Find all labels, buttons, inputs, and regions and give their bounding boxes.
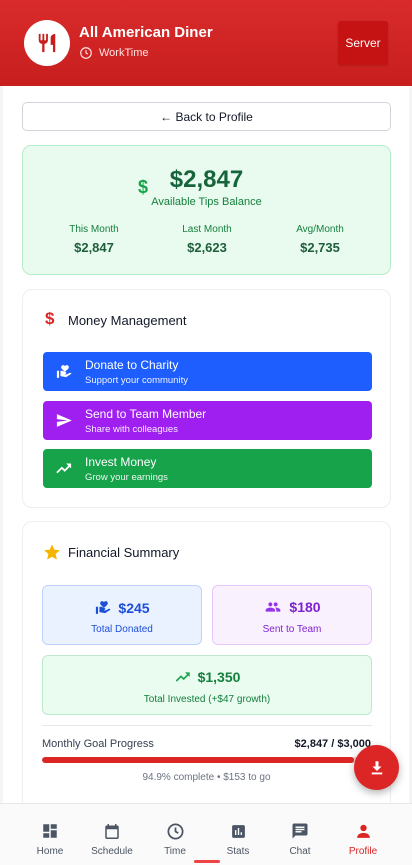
goal-progress-fill bbox=[42, 757, 355, 763]
invested-value: $1,350 bbox=[197, 669, 241, 685]
role-button[interactable]: Server bbox=[338, 21, 388, 65]
person-icon bbox=[356, 824, 370, 838]
restaurant-logo bbox=[24, 20, 70, 66]
hand-heart-icon bbox=[96, 601, 111, 614]
download-fab[interactable] bbox=[354, 745, 399, 790]
nav-label: Time bbox=[164, 846, 186, 857]
nav-item-profile[interactable]: Profile bbox=[332, 804, 394, 865]
scroll-indicator bbox=[194, 860, 220, 863]
dollar-icon: $ bbox=[138, 177, 149, 197]
stat-last-month: Last Month $2,623 bbox=[152, 224, 262, 255]
nav-label: Home bbox=[36, 846, 64, 857]
tips-amount: $2,847 bbox=[169, 166, 244, 193]
stat-label: Last Month bbox=[182, 224, 232, 235]
total-invested-box: $1,350 Total Invested (+$47 growth) bbox=[42, 655, 372, 715]
fork-knife-icon bbox=[38, 33, 56, 53]
send-icon bbox=[56, 414, 72, 427]
send-to-team-member-button[interactable]: Send to Team Member Share with colleague… bbox=[43, 401, 372, 440]
calendar-icon bbox=[105, 823, 119, 839]
back-to-profile-button[interactable]: ← Back to Profile bbox=[22, 102, 391, 131]
invest-money-button[interactable]: Invest Money Grow your earnings bbox=[43, 449, 372, 488]
stat-value: $2,735 bbox=[300, 240, 340, 255]
goal-progress-bar bbox=[42, 757, 371, 763]
bar-chart-icon bbox=[231, 824, 245, 838]
invested-label: Total Invested (+$47 growth) bbox=[143, 694, 271, 705]
action-title: Invest Money bbox=[85, 455, 157, 469]
tips-balance-card: $2,847 $ Available Tips Balance This Mon… bbox=[22, 145, 391, 275]
app-subtitle: WorkTime bbox=[79, 46, 149, 60]
stat-value: $2,847 bbox=[74, 240, 114, 255]
action-subtitle: Grow your earnings bbox=[85, 472, 168, 483]
nav-label: Chat bbox=[289, 846, 311, 857]
people-icon bbox=[266, 602, 281, 612]
dashboard-icon bbox=[43, 824, 57, 838]
subtitle-text: WorkTime bbox=[99, 47, 149, 59]
divider bbox=[42, 725, 372, 726]
nav-label: Schedule bbox=[91, 846, 133, 857]
stat-avg-month: Avg/Month $2,735 bbox=[265, 224, 375, 255]
nav-item-home[interactable]: Home bbox=[19, 804, 81, 865]
sent-value: $180 bbox=[289, 599, 321, 615]
stat-this-month: This Month $2,847 bbox=[39, 224, 149, 255]
goal-value: $2,847 / $3,000 bbox=[294, 738, 371, 750]
action-title: Donate to Charity bbox=[85, 358, 179, 372]
nav-label: Stats bbox=[226, 846, 250, 857]
nav-item-time[interactable]: Time bbox=[144, 804, 206, 865]
tips-label: Available Tips Balance bbox=[151, 196, 262, 208]
star-icon bbox=[44, 544, 60, 560]
clock-icon bbox=[80, 47, 92, 59]
stat-value: $2,623 bbox=[187, 240, 227, 255]
stat-label: This Month bbox=[69, 224, 119, 235]
action-subtitle: Share with colleagues bbox=[85, 424, 178, 435]
action-subtitle: Support your community bbox=[85, 375, 188, 386]
section-title: Money Management bbox=[68, 313, 187, 328]
hand-heart-icon bbox=[56, 365, 72, 378]
sent-to-team-box: $180 Sent to Team bbox=[212, 585, 372, 645]
donate-to-charity-button[interactable]: Donate to Charity Support your community bbox=[43, 352, 372, 391]
money-management-card: $ Money Management Donate to Charity Sup… bbox=[22, 289, 391, 508]
download-icon bbox=[371, 760, 382, 774]
nav-item-schedule[interactable]: Schedule bbox=[81, 804, 143, 865]
app-header: All American Diner WorkTime Server bbox=[0, 0, 412, 86]
sent-label: Sent to Team bbox=[262, 624, 322, 635]
trending-up-icon bbox=[175, 672, 190, 682]
nav-item-chat[interactable]: Chat bbox=[269, 804, 331, 865]
nav-label: Profile bbox=[348, 846, 378, 857]
action-title: Send to Team Member bbox=[85, 407, 207, 421]
total-donated-box: $245 Total Donated bbox=[42, 585, 202, 645]
donated-label: Total Donated bbox=[91, 624, 153, 635]
chat-icon bbox=[292, 823, 308, 839]
app-title: All American Diner bbox=[79, 24, 213, 41]
goal-note: 94.9% complete • $153 to go bbox=[142, 772, 271, 783]
stat-label: Avg/Month bbox=[296, 224, 344, 235]
nav-item-stats[interactable]: Stats bbox=[207, 804, 269, 865]
dollar-icon: $ bbox=[45, 309, 55, 328]
bottom-nav: Home Schedule Time Stats Chat Profile bbox=[0, 803, 412, 865]
clock-icon bbox=[167, 823, 183, 839]
section-title: Financial Summary bbox=[68, 545, 180, 560]
goal-label: Monthly Goal Progress bbox=[42, 738, 154, 750]
donated-value: $245 bbox=[118, 599, 150, 616]
trending-up-icon bbox=[56, 463, 72, 474]
